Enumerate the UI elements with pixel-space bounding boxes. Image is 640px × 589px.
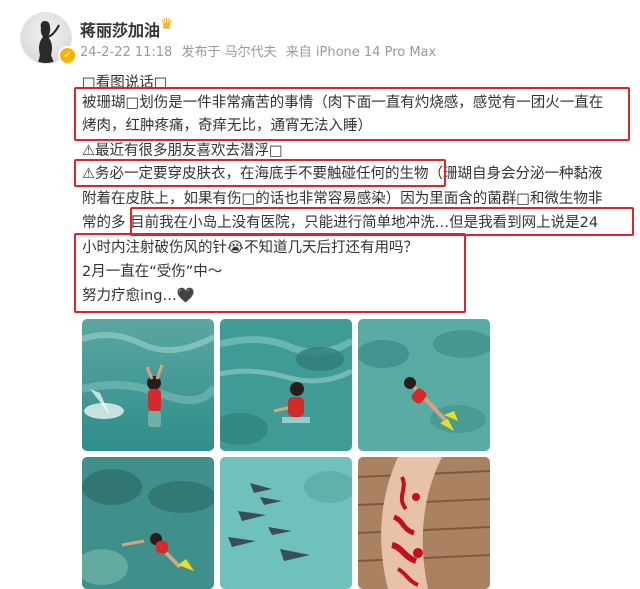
post-line: 烤肉，红肿疼痛，奇痒无比，通宵无法入睡）	[82, 118, 372, 134]
post-timestamp[interactable]: 24-2-22 11:18	[80, 45, 172, 60]
post-line: 小时内注射破伤风的针😭不知道几天后打还有用吗？	[82, 240, 418, 256]
post-line: 常的多 目前我在小岛上没有医院，只能进行简单地冲洗…但是我看到网上说是24	[82, 215, 599, 231]
post-device: 来自 iPhone 14 Pro Max	[285, 45, 437, 60]
post-location: 发布于 马尔代夫	[181, 45, 277, 60]
post-line: 被珊瑚□划伤是一件非常痛苦的事情（肉下面一直有灼烧感，感觉有一团火一直在	[82, 95, 604, 111]
photo-woman-splashing[interactable]	[82, 319, 214, 451]
username[interactable]: 蒋丽莎加油	[80, 17, 160, 41]
photo-sharks[interactable]	[220, 457, 352, 589]
crown-icon: ♛	[160, 15, 174, 33]
photo-leg-injury[interactable]	[358, 457, 490, 589]
photo-snorkeling[interactable]	[358, 319, 490, 451]
post-line: 2月一直在“受伤”中～	[82, 264, 223, 280]
post-meta: 24-2-22 11:18 发布于 马尔代夫 来自 iPhone 14 Pro …	[80, 41, 441, 60]
photo-swimming-reef[interactable]	[82, 457, 214, 589]
post-line: 附着在皮肤上，如果有伤□的话也非常容易感染）因为里面含的菌群□和微生物非	[82, 191, 603, 207]
post-line: ⚠务必一定要穿皮肤衣，在海底手不要触碰任何的生物（珊瑚自身会分泌一种黏液	[82, 166, 603, 182]
verified-badge-icon: ✓	[58, 46, 77, 65]
photo-woman-wading[interactable]	[220, 319, 352, 451]
post-line: 努力疗愈ing…🖤	[82, 288, 195, 304]
post-line: ⚠最近有很多朋友喜欢去潜浮□	[82, 143, 283, 159]
